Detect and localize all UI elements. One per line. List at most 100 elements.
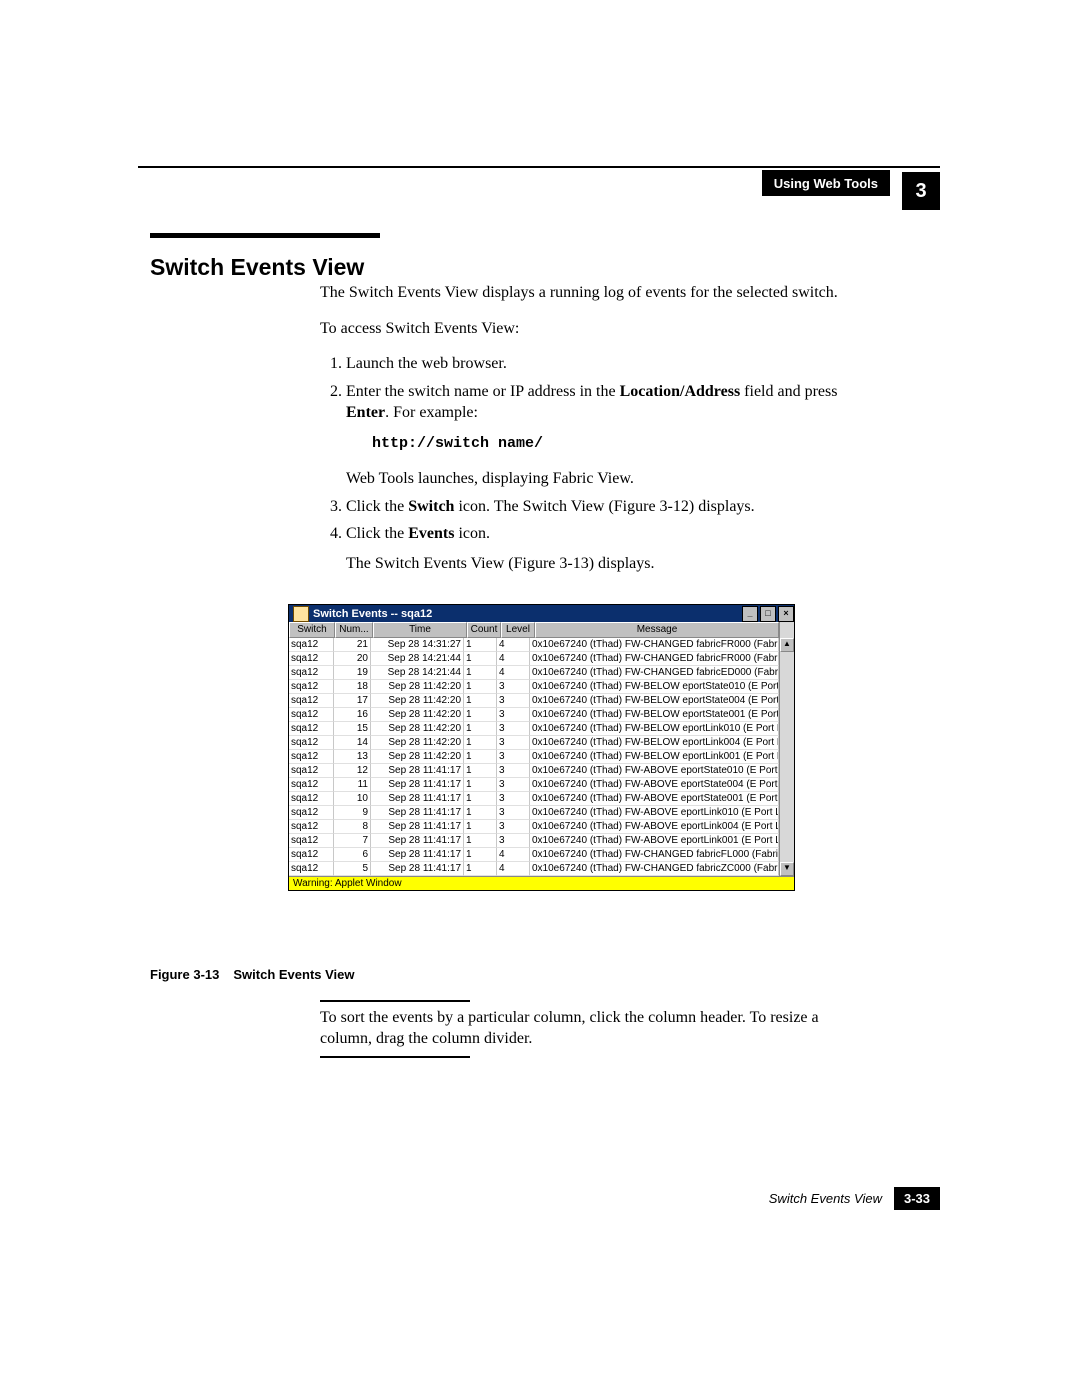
table-cell: 1 <box>464 736 497 750</box>
table-cell: 1 <box>464 834 497 848</box>
table-row[interactable]: sqa128Sep 28 11:41:17130x10e67240 (tThad… <box>289 820 779 834</box>
header-strip: Using Web Tools <box>762 170 890 196</box>
table-cell: 3 <box>497 708 530 722</box>
close-button[interactable]: × <box>778 606 794 622</box>
table-cell: 17 <box>334 694 371 708</box>
window-titlebar[interactable]: Switch Events -- sqa12 _ □ × <box>289 605 794 622</box>
table-cell: sqa12 <box>289 680 334 694</box>
table-cell: 4 <box>497 666 530 680</box>
table-cell: Sep 28 11:41:17 <box>371 820 464 834</box>
table-row[interactable]: sqa1213Sep 28 11:42:20130x10e67240 (tTha… <box>289 750 779 764</box>
step-1: Launch the web browser. <box>346 353 840 375</box>
table-cell: Sep 28 11:41:17 <box>371 834 464 848</box>
table-cell: Sep 28 11:41:17 <box>371 862 464 876</box>
table-cell: Sep 28 11:42:20 <box>371 736 464 750</box>
table-cell: 0x10e67240 (tThad) FW-ABOVE eportLink001… <box>530 834 779 848</box>
table-cell: 0x10e67240 (tThad) FW-ABOVE eportState00… <box>530 778 779 792</box>
page: Using Web Tools 3 Switch Events View The… <box>0 0 1080 1397</box>
col-time[interactable]: Time <box>373 622 467 638</box>
chapter-number-badge: 3 <box>902 172 940 210</box>
table-cell: Sep 28 11:42:20 <box>371 750 464 764</box>
table-cell: sqa12 <box>289 848 334 862</box>
table-cell: 0x10e67240 (tThad) FW-BELOW eportState00… <box>530 694 779 708</box>
page-footer: Switch Events View 3-33 <box>138 1187 940 1210</box>
table-cell: Sep 28 11:41:17 <box>371 806 464 820</box>
note-rule-top <box>320 1000 470 1002</box>
table-cell: 1 <box>464 722 497 736</box>
col-count[interactable]: Count <box>467 622 501 638</box>
table-cell: sqa12 <box>289 834 334 848</box>
table-cell: 1 <box>464 652 497 666</box>
table-cell: 16 <box>334 708 371 722</box>
table-cell: 6 <box>334 848 371 862</box>
table-cell: 5 <box>334 862 371 876</box>
table-row[interactable]: sqa1211Sep 28 11:41:17130x10e67240 (tTha… <box>289 778 779 792</box>
table-cell: 1 <box>464 680 497 694</box>
table-cell: Sep 28 11:41:17 <box>371 792 464 806</box>
minimize-button[interactable]: _ <box>742 606 758 622</box>
table-cell: Sep 28 11:42:20 <box>371 694 464 708</box>
col-switch[interactable]: Switch <box>289 622 335 638</box>
table-cell: Sep 28 11:41:17 <box>371 778 464 792</box>
table-row[interactable]: sqa126Sep 28 11:41:17140x10e67240 (tThad… <box>289 848 779 862</box>
table-cell: 3 <box>497 736 530 750</box>
col-message[interactable]: Message <box>535 622 779 638</box>
table-row[interactable]: sqa1214Sep 28 11:42:20130x10e67240 (tTha… <box>289 736 779 750</box>
scroll-up-button[interactable]: ▲ <box>780 638 794 652</box>
table-cell: 18 <box>334 680 371 694</box>
table-cell: 1 <box>464 666 497 680</box>
table-cell: 4 <box>497 848 530 862</box>
table-row[interactable]: sqa1215Sep 28 11:42:20130x10e67240 (tTha… <box>289 722 779 736</box>
table-cell: 3 <box>497 806 530 820</box>
col-num[interactable]: Num... <box>335 622 373 638</box>
table-row[interactable]: sqa1219Sep 28 14:21:44140x10e67240 (tTha… <box>289 666 779 680</box>
figure-label: Figure 3-13 <box>150 967 219 982</box>
table-cell: 15 <box>334 722 371 736</box>
scroll-corner <box>779 622 794 638</box>
table-row[interactable]: sqa1221Sep 28 14:31:27140x10e67240 (tTha… <box>289 638 779 652</box>
scroll-down-button[interactable]: ▼ <box>780 862 794 876</box>
table-cell: Sep 28 11:42:20 <box>371 708 464 722</box>
table-cell: 12 <box>334 764 371 778</box>
table-cell: sqa12 <box>289 862 334 876</box>
figure-caption: Figure 3-13 Switch Events View <box>150 967 355 982</box>
table-cell: 0x10e67240 (tThad) FW-CHANGED fabricED00… <box>530 666 779 680</box>
table-cell: sqa12 <box>289 638 334 652</box>
table-row[interactable]: sqa1212Sep 28 11:41:17130x10e67240 (tTha… <box>289 764 779 778</box>
table-cell: sqa12 <box>289 806 334 820</box>
note-rule-bottom <box>320 1056 470 1058</box>
top-rule <box>138 166 940 168</box>
table-row[interactable]: sqa1210Sep 28 11:41:17130x10e67240 (tTha… <box>289 792 779 806</box>
grid-body[interactable]: sqa1221Sep 28 14:31:27140x10e67240 (tTha… <box>289 638 779 876</box>
table-cell: 11 <box>334 778 371 792</box>
vertical-scrollbar[interactable]: ▲ ▼ <box>779 638 794 876</box>
step-2-after: Web Tools launches, displaying Fabric Vi… <box>346 468 840 490</box>
table-row[interactable]: sqa125Sep 28 11:41:17140x10e67240 (tThad… <box>289 862 779 876</box>
table-cell: 3 <box>497 764 530 778</box>
grid-header-row: Switch Num... Time Count Level Message <box>289 622 794 638</box>
header-strip-text: Using Web Tools <box>774 176 878 191</box>
table-row[interactable]: sqa1217Sep 28 11:42:20130x10e67240 (tTha… <box>289 694 779 708</box>
applet-warning-bar: Warning: Applet Window <box>289 876 794 890</box>
step-4-after: The Switch Events View (Figure 3-13) dis… <box>346 553 840 575</box>
body-text: The Switch Events View displays a runnin… <box>320 282 840 581</box>
table-cell: 1 <box>464 806 497 820</box>
table-cell: 0x10e67240 (tThad) FW-CHANGED fabricFR00… <box>530 638 779 652</box>
table-cell: Sep 28 14:21:44 <box>371 652 464 666</box>
table-row[interactable]: sqa1220Sep 28 14:21:44140x10e67240 (tTha… <box>289 652 779 666</box>
table-cell: 1 <box>464 764 497 778</box>
col-level[interactable]: Level <box>501 622 535 638</box>
note-block: To sort the events by a particular colum… <box>320 1000 840 1058</box>
table-cell: Sep 28 14:21:44 <box>371 666 464 680</box>
table-row[interactable]: sqa127Sep 28 11:41:17130x10e67240 (tThad… <box>289 834 779 848</box>
table-cell: 1 <box>464 862 497 876</box>
table-row[interactable]: sqa1216Sep 28 11:42:20130x10e67240 (tTha… <box>289 708 779 722</box>
section-heading: Switch Events View <box>150 254 364 281</box>
table-cell: 0x10e67240 (tThad) FW-ABOVE eportState00… <box>530 792 779 806</box>
maximize-button[interactable]: □ <box>760 606 776 622</box>
table-cell: 1 <box>464 792 497 806</box>
table-row[interactable]: sqa1218Sep 28 11:42:20130x10e67240 (tTha… <box>289 680 779 694</box>
table-row[interactable]: sqa129Sep 28 11:41:17130x10e67240 (tThad… <box>289 806 779 820</box>
table-cell: 4 <box>497 638 530 652</box>
table-cell: sqa12 <box>289 792 334 806</box>
